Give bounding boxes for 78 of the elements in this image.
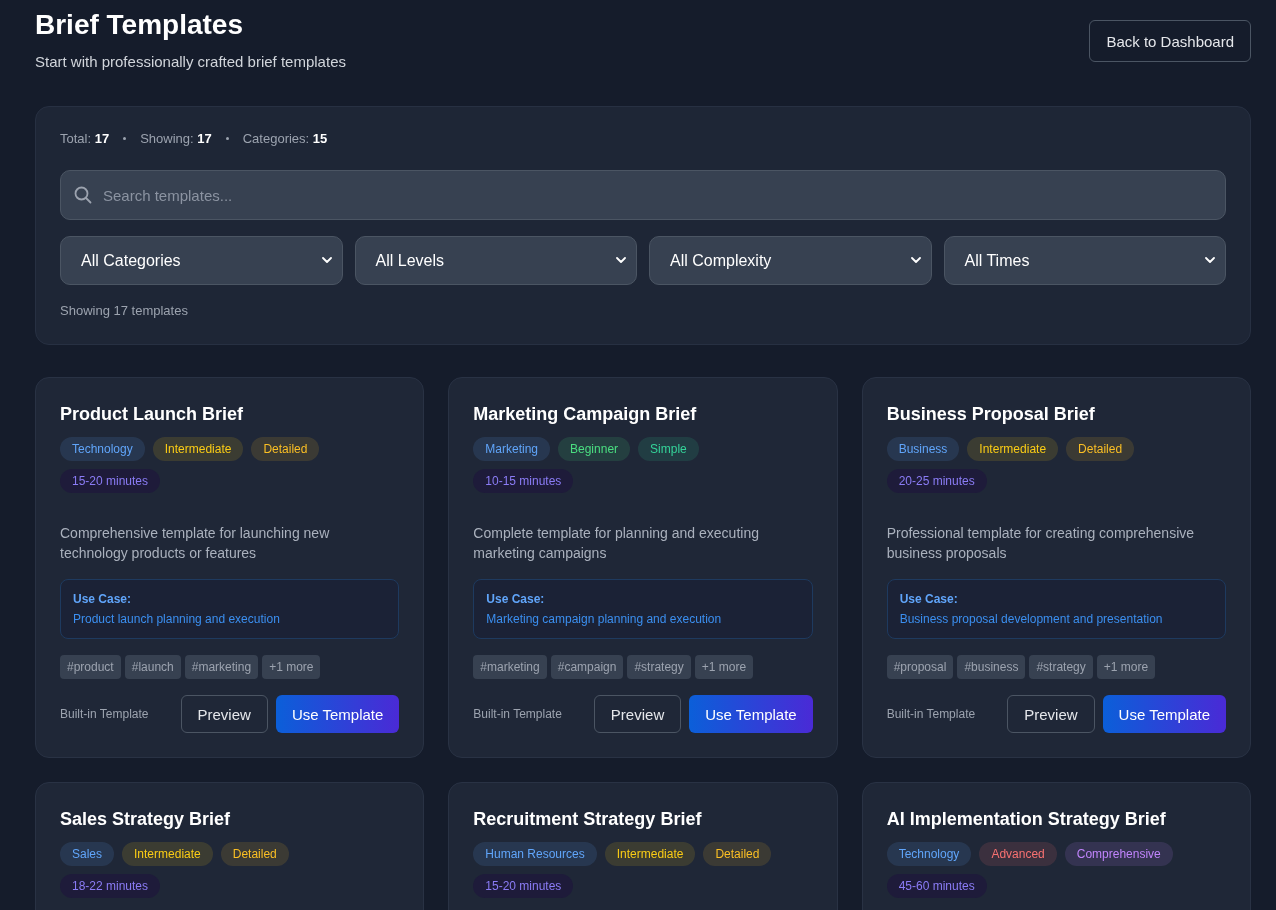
page-title: Brief Templates — [35, 8, 244, 42]
card-description: Comprehensive template for launching new technology products or features — [60, 524, 331, 563]
tag-label: Technology — [60, 437, 145, 461]
use-case-label: Use Case: — [73, 592, 133, 606]
time-label: 18-22 minutes — [60, 874, 161, 898]
hashtag-label: #product — [60, 655, 121, 679]
use-case-text: Product launch planning and execution — [73, 612, 281, 626]
tag-label: Detailed — [1066, 437, 1135, 461]
hashtag-label: #marketing — [473, 655, 547, 679]
page-subtitle: Start with professionally crafted brief templates — [35, 53, 346, 70]
tag-label: Detailed — [220, 842, 289, 866]
hashtag-label: #marketing — [184, 655, 259, 679]
result-count: Showing 17 templates — [60, 303, 189, 318]
hashtag-label: #proposal — [886, 655, 954, 679]
tag-label: Intermediate — [604, 842, 696, 866]
time-label: 15-20 minutes — [473, 874, 574, 898]
use-template-button[interactable]: Use Template — [689, 695, 813, 733]
use-template-button[interactable]: Use Template — [275, 695, 400, 733]
tag-label: Human Resources — [473, 842, 597, 866]
filter-dropdown[interactable]: All Times — [943, 236, 1226, 285]
separator-dot — [123, 137, 127, 140]
stat-text: Categories: 15 — [242, 131, 328, 146]
hashtag-label: #launch — [124, 655, 181, 679]
card-description: Complete template for planning and executing marketing campaigns — [473, 524, 760, 563]
tag-label: Advanced — [979, 842, 1057, 866]
tag-label: Detailed — [251, 437, 320, 461]
back-button[interactable]: Back to Dashboard — [1089, 20, 1251, 62]
tag-label: Marketing — [473, 437, 550, 461]
hashtag-label: +1 more — [694, 655, 754, 679]
time-label: 45-60 minutes — [886, 874, 987, 898]
card-title: AI Implementation Strategy Brief — [886, 809, 1167, 830]
tag-label: Detailed — [703, 842, 772, 866]
hashtag-label: #campaign — [550, 655, 624, 679]
tag-label: Intermediate — [152, 437, 244, 461]
card-title: Sales Strategy Brief — [60, 809, 232, 830]
time-label: 20-25 minutes — [886, 469, 987, 493]
use-case-label: Use Case: — [486, 592, 546, 606]
chevron-down-icon — [910, 257, 921, 264]
tag-label: Intermediate — [122, 842, 213, 866]
card-description: Professional template for creating comprehensive business proposals — [886, 524, 1196, 563]
card-title: Business Proposal Brief — [886, 404, 1096, 425]
hashtag-label: +1 more — [1096, 655, 1156, 679]
tag-label: Business — [886, 437, 960, 461]
source-label: Built-in Template — [886, 707, 976, 721]
stat-text: Showing: 17 — [140, 131, 212, 146]
preview-button[interactable]: Preview — [593, 695, 682, 733]
hashtag-label: #strategy — [627, 655, 691, 679]
source-label: Built-in Template — [473, 707, 562, 721]
filter-dropdown[interactable]: All Levels — [354, 236, 637, 285]
tag-label: Beginner — [558, 437, 631, 461]
use-template-button[interactable]: Use Template — [1102, 695, 1226, 733]
filter-dropdown[interactable]: All Complexity — [649, 236, 932, 285]
tag-label: Sales — [60, 842, 115, 866]
tag-label: Technology — [886, 842, 972, 866]
card-title: Product Launch Brief — [60, 404, 244, 425]
tag-label: Simple — [638, 437, 699, 461]
hashtag-label: #business — [957, 655, 1026, 679]
chevron-down-icon — [616, 257, 626, 264]
use-case-text: Business proposal development and presentation — [899, 612, 1164, 626]
chevron-down-icon — [1205, 257, 1215, 264]
stat-text: Total: 17 — [60, 131, 110, 146]
tag-label: Comprehensive — [1064, 842, 1173, 866]
filter-dropdown[interactable]: All Categories — [60, 236, 343, 285]
tag-label: Intermediate — [967, 437, 1059, 461]
hashtag-label: +1 more — [262, 655, 321, 679]
preview-button[interactable]: Preview — [1007, 695, 1095, 733]
use-case-label: Use Case: — [899, 592, 959, 606]
search-field[interactable]: Search templates... — [60, 170, 1226, 220]
separator-dot — [225, 137, 229, 140]
time-label: 10-15 minutes — [473, 469, 574, 493]
time-label: 15-20 minutes — [60, 469, 161, 493]
source-label: Built-in Template — [60, 707, 149, 721]
hashtag-label: #strategy — [1029, 655, 1093, 679]
chevron-down-icon — [321, 257, 332, 264]
use-case-text: Marketing campaign planning and execution — [486, 612, 723, 626]
card-title: Recruitment Strategy Brief — [473, 809, 703, 830]
card-title: Marketing Campaign Brief — [473, 404, 698, 425]
preview-button[interactable]: Preview — [180, 695, 268, 733]
